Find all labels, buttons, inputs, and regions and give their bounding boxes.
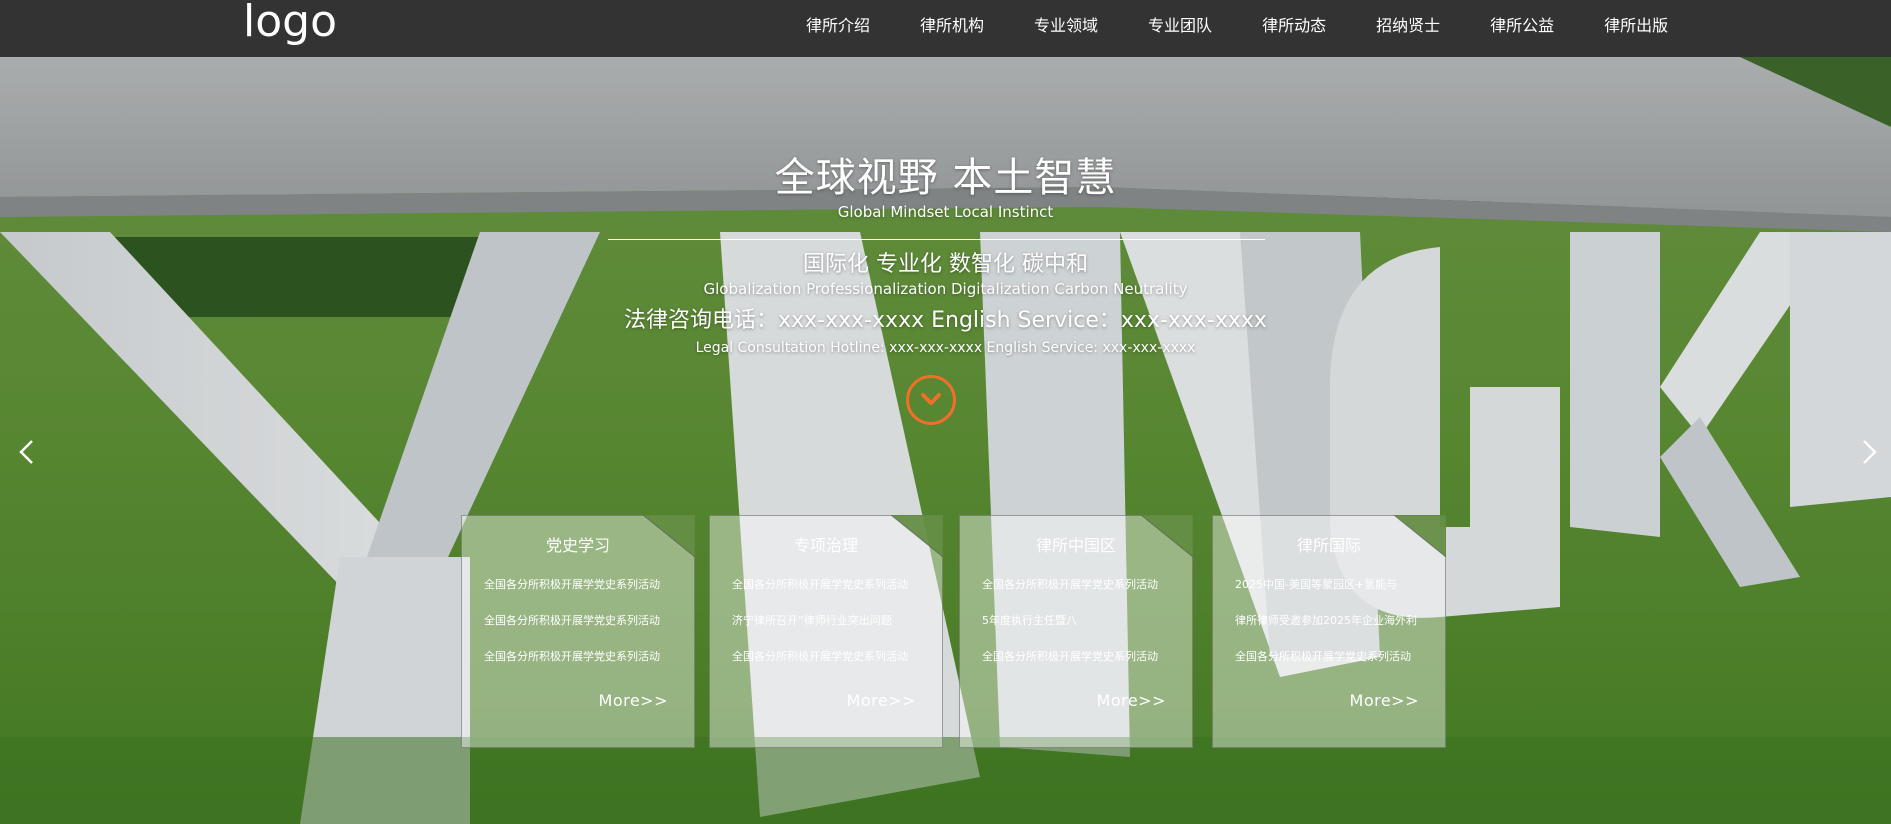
carousel-next-arrow-icon[interactable] — [1856, 437, 1882, 467]
card-news-list: 2025中国-美国等蒙园区+氢能与 律所律师受邀参加2025年企业海外利 全国各… — [1235, 578, 1435, 686]
hero-hotline-english: Legal Consultation Hotline: xxx-xxx-xxxx… — [695, 340, 1196, 356]
hero-banner: 全球视野 本土智慧 Global Mindset Local Instinct … — [0, 57, 1891, 824]
nav-item-careers[interactable]: 招纳贤士 — [1376, 0, 1440, 52]
nav-item-publications[interactable]: 律所出版 — [1604, 0, 1668, 52]
hero-subtitle: 国际化 专业化 数智化 碳中和 — [803, 252, 1088, 277]
card-news-item[interactable]: 全国各分所积极开展学党史系列活动 — [484, 650, 684, 686]
card-special-governance[interactable]: 专项治理 全国各分所积极开展学党史系列活动 济宁律所召开“律师行业突出问题 全国… — [709, 515, 943, 748]
card-news-list: 全国各分所积极开展学党史系列活动 5年度执行主任暨八 全国各分所积极开展学党史系… — [982, 578, 1182, 686]
card-title: 专项治理 — [793, 536, 858, 555]
card-title: 党史学习 — [545, 536, 610, 555]
card-news-list: 全国各分所积极开展学党史系列活动 全国各分所积极开展学党史系列活动 全国各分所积… — [484, 578, 684, 686]
card-more-link[interactable]: More>> — [599, 691, 668, 711]
carousel-prev-arrow-icon[interactable] — [14, 437, 40, 467]
card-news-item[interactable]: 全国各分所积极开展学党史系列活动 — [484, 578, 684, 614]
card-party-history[interactable]: 党史学习 全国各分所积极开展学党史系列活动 全国各分所积极开展学党史系列活动 全… — [461, 515, 695, 748]
site-logo[interactable]: logo — [243, 0, 337, 50]
chevron-down-icon — [921, 393, 941, 405]
card-news-item[interactable]: 全国各分所积极开展学党史系列活动 — [732, 650, 932, 686]
card-news-item[interactable]: 全国各分所积极开展学党史系列活动 — [1235, 650, 1435, 686]
nav-item-news[interactable]: 律所动态 — [1262, 0, 1326, 52]
hero-subtitle-english: Globalization Professionalization Digita… — [703, 280, 1188, 298]
card-news-item[interactable]: 全国各分所积极开展学党史系列活动 — [982, 650, 1182, 686]
card-news-item[interactable]: 济宁律所召开“律师行业突出问题 — [732, 614, 932, 650]
hero-divider — [608, 239, 1265, 240]
card-title: 律所国际 — [1296, 536, 1361, 555]
nav-item-about[interactable]: 律所介绍 — [806, 0, 870, 52]
nav-item-practice-areas[interactable]: 专业领域 — [1034, 0, 1098, 52]
card-more-link[interactable]: More>> — [847, 691, 916, 711]
nav-item-pro-bono[interactable]: 律所公益 — [1490, 0, 1554, 52]
card-more-link[interactable]: More>> — [1350, 691, 1419, 711]
card-news-item[interactable]: 全国各分所积极开展学党史系列活动 — [732, 578, 932, 614]
card-news-item[interactable]: 5年度执行主任暨八 — [982, 614, 1182, 650]
card-news-item[interactable]: 全国各分所积极开展学党史系列活动 — [982, 578, 1182, 614]
top-navigation-bar: logo 律所介绍 律所机构 专业领域 专业团队 律所动态 招纳贤士 律所公益 … — [0, 0, 1891, 57]
hero-title: 全球视野 本土智慧 — [774, 155, 1117, 201]
main-nav: 律所介绍 律所机构 专业领域 专业团队 律所动态 招纳贤士 律所公益 律所出版 — [806, 0, 1668, 52]
card-news-list: 全国各分所积极开展学党史系列活动 济宁律所召开“律师行业突出问题 全国各分所积极… — [732, 578, 932, 686]
hero-hotline: 法律咨询电话：xxx-xxx-xxxx English Service：xxx-… — [624, 308, 1267, 333]
scroll-down-button[interactable] — [906, 375, 956, 425]
hero-title-english: Global Mindset Local Instinct — [837, 203, 1054, 221]
card-international[interactable]: 律所国际 2025中国-美国等蒙园区+氢能与 律所律师受邀参加2025年企业海外… — [1212, 515, 1446, 748]
nav-item-offices[interactable]: 律所机构 — [920, 0, 984, 52]
card-news-item[interactable]: 全国各分所积极开展学党史系列活动 — [484, 614, 684, 650]
card-news-item[interactable]: 2025中国-美国等蒙园区+氢能与 — [1235, 578, 1435, 614]
nav-item-team[interactable]: 专业团队 — [1148, 0, 1212, 52]
card-title: 律所中国区 — [1035, 536, 1116, 555]
card-news-item[interactable]: 律所律师受邀参加2025年企业海外利 — [1235, 614, 1435, 650]
card-china-region[interactable]: 律所中国区 全国各分所积极开展学党史系列活动 5年度执行主任暨八 全国各分所积极… — [959, 515, 1193, 748]
card-more-link[interactable]: More>> — [1097, 691, 1166, 711]
